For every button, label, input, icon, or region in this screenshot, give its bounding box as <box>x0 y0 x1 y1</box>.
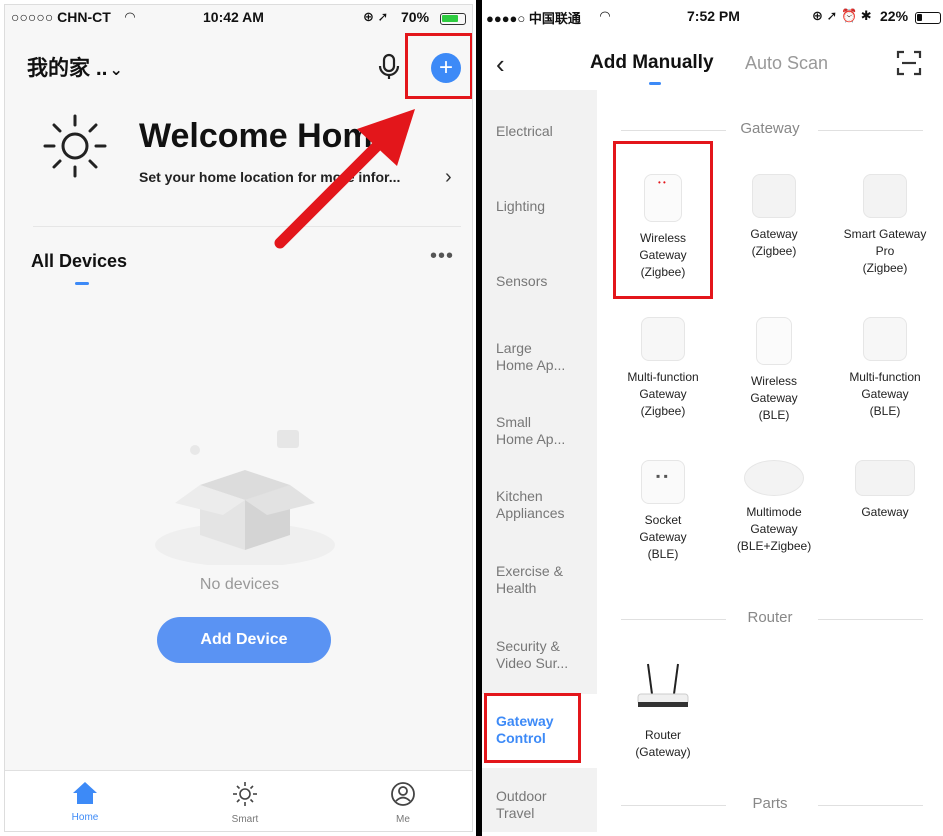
device-label: Multi-function Gateway (BLE) <box>849 370 921 418</box>
all-devices-tab[interactable]: All Devices <box>31 251 127 272</box>
highlight-box <box>405 33 472 99</box>
home-icon <box>73 782 97 804</box>
alarm-icon: ⊕ ➚ ⏰ ✱ <box>812 8 872 23</box>
gateway-icon <box>855 460 915 496</box>
gateway-icon <box>863 317 907 361</box>
gateway-icon <box>756 317 792 365</box>
tab-me[interactable]: Me <box>363 781 443 825</box>
left-screen: ○○○○○ CHN-CT ◠ 10:42 AM ⊕ ➚ 70% 我的家 .. ⌄ … <box>4 4 473 832</box>
section-line <box>818 619 923 620</box>
chevron-right-icon[interactable]: › <box>445 166 452 189</box>
section-parts: Parts <box>597 795 943 815</box>
device-label: Socket Gateway (BLE) <box>639 513 687 561</box>
right-screen: ●●●●○ 中国联通 ◠ 7:52 PM ⊕ ➚ ⏰ ✱ 22% ‹ Add M… <box>482 4 943 832</box>
wifi-icon: ◠ <box>600 8 610 23</box>
category-sensors[interactable]: Sensors <box>496 273 547 290</box>
gateway-icon <box>863 174 907 218</box>
device-multimode-gateway[interactable]: Multimode Gateway (BLE+Zigbee) <box>719 460 829 555</box>
device-label: Multimode Gateway (BLE+Zigbee) <box>736 505 812 553</box>
gateway-icon <box>744 460 804 496</box>
section-line <box>818 130 923 131</box>
section-line <box>621 130 726 131</box>
bottom-tab-bar: Home Smart Me <box>5 770 472 831</box>
welcome-title: Welcome Home <box>139 117 392 155</box>
category-small-home[interactable]: Small Home Ap... <box>496 414 565 448</box>
welcome-subtitle[interactable]: Set your home location for more infor... <box>139 169 400 185</box>
section-gateway-label: Gateway <box>734 120 806 137</box>
device-router-gateway[interactable]: Router (Gateway) <box>608 660 718 761</box>
device-socket-gateway-ble[interactable]: ▪ ▪ Socket Gateway (BLE) <box>608 460 718 563</box>
status-bar: ○○○○○ CHN-CT ◠ 10:42 AM ⊕ ➚ 70% <box>5 5 472 31</box>
tab-add-manually[interactable]: Add Manually <box>590 52 714 74</box>
device-label: Multi-function Gateway (Zigbee) <box>627 370 699 418</box>
wifi-icon: ◠ <box>125 9 135 24</box>
home-name: 我的家 .. <box>27 57 108 80</box>
section-parts-label: Parts <box>746 795 794 812</box>
device-label: Wireless Gateway (BLE) <box>750 374 798 422</box>
device-label: Gateway <box>861 505 909 519</box>
section-router-label: Router <box>741 609 799 626</box>
device-label: Gateway (Zigbee) <box>750 227 798 258</box>
home-selector[interactable]: 我的家 .. ⌄ <box>27 52 123 82</box>
tab-indicator <box>649 82 661 85</box>
more-icon[interactable]: ••• <box>430 245 454 268</box>
add-device-button[interactable]: Add Device <box>157 617 331 663</box>
section-gateway: Gateway <box>597 120 943 140</box>
battery-percent: 70% <box>401 9 430 25</box>
category-security[interactable]: Security & Video Sur... <box>496 638 568 672</box>
tab-home-label: Home <box>71 812 99 823</box>
category-lighting[interactable]: Lighting <box>496 198 545 215</box>
category-kitchen[interactable]: Kitchen Appliances <box>496 488 565 522</box>
category-outdoor[interactable]: Outdoor Travel <box>496 788 547 822</box>
tab-smart[interactable]: Smart <box>205 781 285 825</box>
category-electrical[interactable]: Electrical <box>496 123 553 140</box>
chevron-down-icon: ⌄ <box>109 62 123 79</box>
section-line <box>621 619 726 620</box>
router-icon <box>637 663 689 707</box>
section-line <box>621 805 726 806</box>
carrier-label: ○○○○○ CHN-CT <box>11 9 111 25</box>
device-gateway[interactable]: Gateway <box>830 460 940 521</box>
device-gateway-zigbee[interactable]: Gateway (Zigbee) <box>719 174 829 260</box>
divider <box>33 226 461 227</box>
device-multifunction-gateway-ble[interactable]: Multi-function Gateway (BLE) <box>830 317 940 420</box>
gateway-icon <box>752 174 796 218</box>
category-large-home[interactable]: Large Home Ap... <box>496 340 565 374</box>
microphone-icon[interactable] <box>376 53 402 81</box>
gateway-icon <box>641 317 685 361</box>
scan-icon[interactable] <box>896 50 922 76</box>
socket-icon: ▪ ▪ <box>641 460 685 504</box>
empty-box-illustration <box>155 430 335 565</box>
section-line <box>818 805 923 806</box>
device-label: Router (Gateway) <box>635 728 691 759</box>
tab-auto-scan[interactable]: Auto Scan <box>745 53 828 74</box>
battery-percent: 22% <box>880 8 909 24</box>
highlight-box <box>484 693 581 763</box>
location-icon: ⊕ ➚ <box>363 9 389 24</box>
device-label: Smart Gateway Pro (Zigbee) <box>843 227 927 275</box>
status-bar: ●●●●○ 中国联通 ◠ 7:52 PM ⊕ ➚ ⏰ ✱ 22% <box>482 4 943 30</box>
highlight-box <box>613 141 713 299</box>
device-smart-gateway-pro[interactable]: Smart Gateway Pro (Zigbee) <box>830 174 940 277</box>
profile-icon <box>391 782 415 806</box>
tab-smart-label: Smart <box>231 814 259 825</box>
sun-icon <box>233 782 257 806</box>
device-wireless-gateway-ble[interactable]: Wireless Gateway (BLE) <box>719 317 829 424</box>
back-icon[interactable]: ‹ <box>496 49 505 80</box>
category-exercise[interactable]: Exercise & Health <box>496 563 563 597</box>
tab-home[interactable]: Home <box>45 781 125 823</box>
tab-indicator <box>75 282 89 285</box>
time-label: 7:52 PM <box>687 8 740 24</box>
sun-icon <box>43 114 107 178</box>
time-label: 10:42 AM <box>203 9 264 25</box>
carrier-label: ●●●●○ 中国联通 <box>486 11 581 26</box>
section-router: Router <box>597 609 943 629</box>
tab-me-label: Me <box>396 814 410 825</box>
no-devices-label: No devices <box>199 576 280 593</box>
device-multifunction-gateway-zigbee[interactable]: Multi-function Gateway (Zigbee) <box>608 317 718 420</box>
